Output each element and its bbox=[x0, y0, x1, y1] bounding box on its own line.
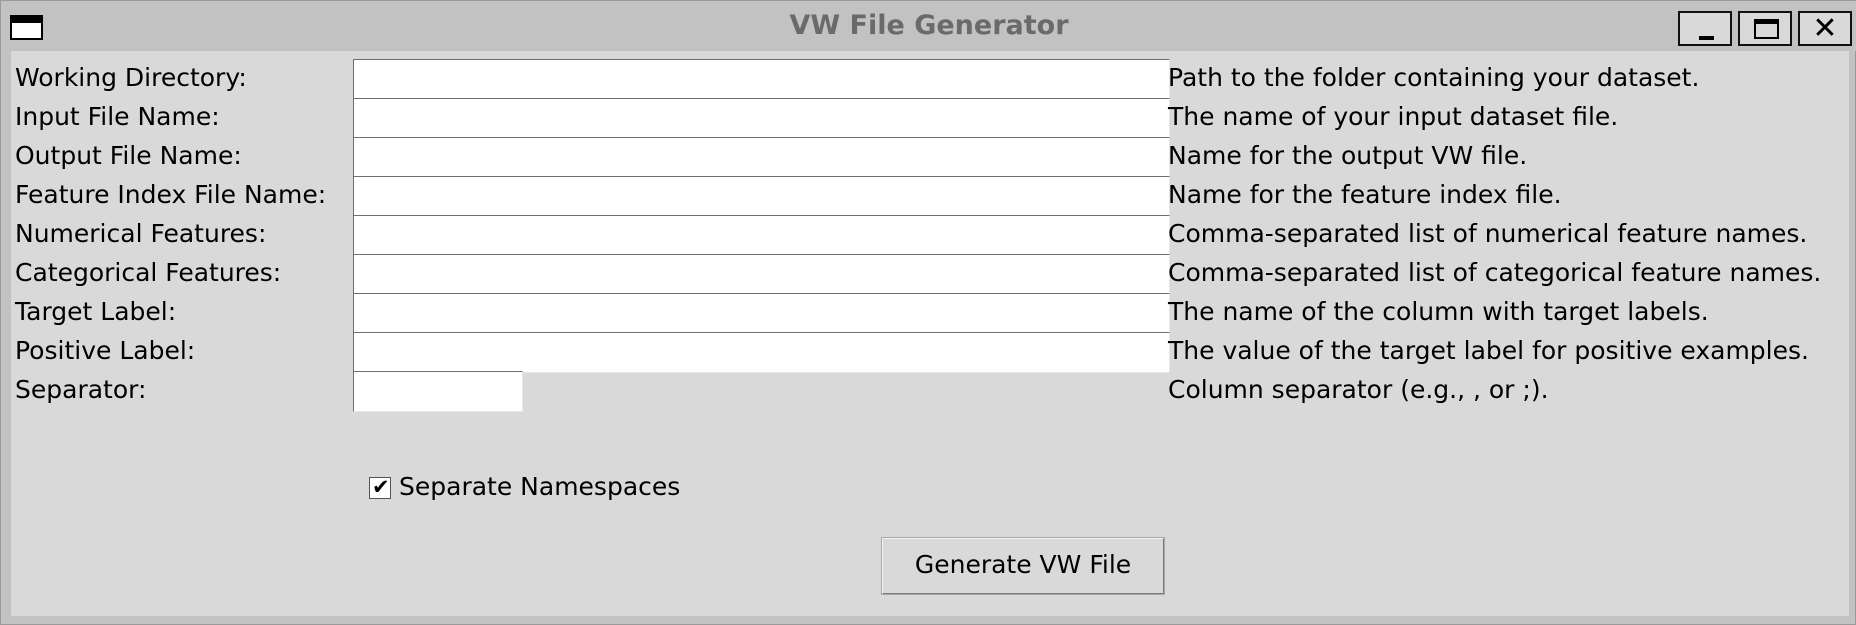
generate-vw-file-button[interactable]: Generate VW File bbox=[882, 538, 1164, 594]
categorical-features-help: Comma-separated list of categorical feat… bbox=[1168, 258, 1822, 287]
title-bar[interactable]: VW File Generator ✕ bbox=[1, 1, 1856, 51]
separator-help: Column separator (e.g., , or ;). bbox=[1168, 375, 1549, 404]
target-label-help: The name of the column with target label… bbox=[1168, 297, 1709, 326]
working-directory-label: Working Directory: bbox=[15, 63, 247, 92]
positive-label-label: Positive Label: bbox=[15, 336, 196, 365]
categorical-features-label: Categorical Features: bbox=[15, 258, 282, 287]
working-directory-help: Path to the folder containing your datas… bbox=[1168, 63, 1700, 92]
maximize-icon bbox=[1754, 19, 1779, 39]
output-file-name-input[interactable] bbox=[353, 137, 1170, 178]
minimize-icon bbox=[1699, 36, 1714, 40]
positive-label-help: The value of the target label for positi… bbox=[1168, 336, 1809, 365]
separate-namespaces-label[interactable]: Separate Namespaces bbox=[399, 472, 680, 502]
numerical-features-label: Numerical Features: bbox=[15, 219, 267, 248]
target-label-label: Target Label: bbox=[15, 297, 177, 326]
numerical-features-input[interactable] bbox=[353, 215, 1170, 256]
input-file-name-label: Input File Name: bbox=[15, 102, 220, 131]
output-file-name-label: Output File Name: bbox=[15, 141, 242, 170]
feature-index-file-name-label: Feature Index File Name: bbox=[15, 180, 327, 209]
categorical-features-input[interactable] bbox=[353, 254, 1170, 295]
separator-input[interactable] bbox=[353, 371, 523, 412]
form-panel: Working Directory: Path to the folder co… bbox=[11, 51, 1849, 616]
minimize-button[interactable] bbox=[1678, 11, 1732, 46]
input-file-name-input[interactable] bbox=[353, 98, 1170, 139]
feature-index-file-name-help: Name for the feature index file. bbox=[1168, 180, 1562, 209]
separate-namespaces-checkbox[interactable]: ✔ bbox=[369, 475, 391, 499]
input-file-name-help: The name of your input dataset file. bbox=[1168, 102, 1619, 131]
target-label-input[interactable] bbox=[353, 293, 1170, 334]
separator-label: Separator: bbox=[15, 375, 147, 404]
output-file-name-help: Name for the output VW file. bbox=[1168, 141, 1528, 170]
working-directory-input[interactable] bbox=[353, 59, 1170, 100]
numerical-features-help: Comma-separated list of numerical featur… bbox=[1168, 219, 1808, 248]
window-title: VW File Generator bbox=[789, 10, 1069, 41]
maximize-button[interactable] bbox=[1738, 11, 1792, 46]
checkmark-icon: ✔ bbox=[372, 475, 390, 499]
app-window: VW File Generator ✕ Working Directory: P… bbox=[0, 0, 1856, 625]
positive-label-input[interactable] bbox=[353, 332, 1170, 373]
close-button[interactable]: ✕ bbox=[1798, 11, 1852, 46]
close-icon: ✕ bbox=[1812, 11, 1838, 46]
feature-index-file-name-input[interactable] bbox=[353, 176, 1170, 217]
